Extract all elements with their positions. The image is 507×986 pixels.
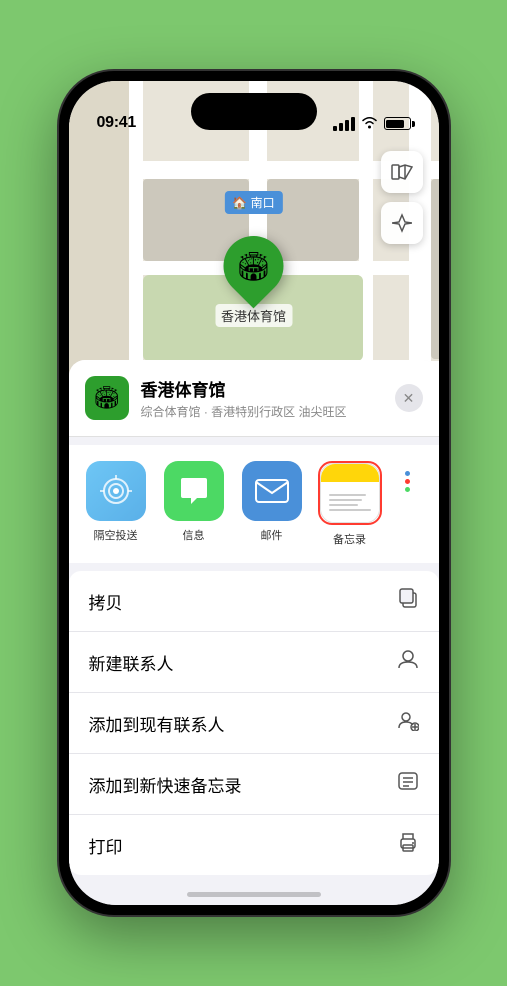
phone-screen: 09:41 <box>69 81 439 905</box>
venue-info: 香港体育馆 综合体育馆 · 香港特别行政区 油尖旺区 <box>141 376 395 420</box>
location-label: 🏠 南口 <box>224 191 282 214</box>
share-item-airdrop[interactable]: 隔空投送 <box>81 461 151 547</box>
share-item-mail[interactable]: 邮件 <box>237 461 307 547</box>
action-copy[interactable]: 拷贝 <box>69 571 439 632</box>
messages-icon <box>164 461 224 521</box>
quick-note-icon <box>397 770 419 798</box>
share-row: 隔空投送 信息 <box>69 445 439 563</box>
print-icon <box>397 831 419 859</box>
dynamic-island <box>191 93 317 130</box>
airdrop-icon <box>86 461 146 521</box>
home-indicator <box>187 892 321 897</box>
action-new-contact[interactable]: 新建联系人 <box>69 632 439 693</box>
action-list: 拷贝 新建联系人 <box>69 571 439 875</box>
venue-icon: 🏟 <box>85 376 129 420</box>
add-contact-icon <box>397 709 419 737</box>
venue-subtitle: 综合体育馆 · 香港特别行政区 油尖旺区 <box>141 403 395 420</box>
messages-label: 信息 <box>183 527 205 543</box>
action-add-contact[interactable]: 添加到现有联系人 <box>69 693 439 754</box>
action-copy-label: 拷贝 <box>89 589 123 614</box>
status-time: 09:41 <box>97 114 136 132</box>
bottom-sheet: 🏟 香港体育馆 综合体育馆 · 香港特别行政区 油尖旺区 ✕ <box>69 360 439 905</box>
action-print-label: 打印 <box>89 833 123 858</box>
share-item-messages[interactable]: 信息 <box>159 461 229 547</box>
map-type-button[interactable] <box>381 151 423 193</box>
close-button[interactable]: ✕ <box>395 384 423 412</box>
venue-name: 香港体育馆 <box>141 376 395 401</box>
action-add-contact-label: 添加到现有联系人 <box>89 711 225 736</box>
airdrop-label: 隔空投送 <box>94 527 138 543</box>
map-pin: 🏟 <box>211 224 296 309</box>
location-button[interactable] <box>381 202 423 244</box>
mail-label: 邮件 <box>261 527 283 543</box>
status-icons <box>333 115 411 132</box>
notes-selected-border <box>318 461 382 525</box>
action-quick-note-label: 添加到新快速备忘录 <box>89 772 242 797</box>
new-contact-icon <box>397 648 419 676</box>
battery-icon <box>384 117 411 130</box>
mail-icon <box>242 461 302 521</box>
share-item-notes[interactable]: 备忘录 <box>315 461 385 547</box>
action-print[interactable]: 打印 <box>69 815 439 875</box>
wifi-icon <box>361 115 378 132</box>
phone-frame: 09:41 <box>59 71 449 915</box>
action-new-contact-label: 新建联系人 <box>89 650 174 675</box>
more-dots-icon <box>405 471 410 492</box>
action-quick-note[interactable]: 添加到新快速备忘录 <box>69 754 439 815</box>
copy-icon <box>397 587 419 615</box>
share-item-more[interactable] <box>393 461 423 547</box>
signal-bars-icon <box>333 117 355 131</box>
location-label-icon: 🏠 <box>232 196 250 210</box>
notes-label: 备忘录 <box>333 531 366 547</box>
sheet-header: 🏟 香港体育馆 综合体育馆 · 香港特别行政区 油尖旺区 ✕ <box>69 360 439 437</box>
map-controls[interactable] <box>381 151 423 252</box>
map-pin-container: 🏟 香港体育馆 <box>215 236 292 327</box>
notes-icon <box>320 463 380 523</box>
